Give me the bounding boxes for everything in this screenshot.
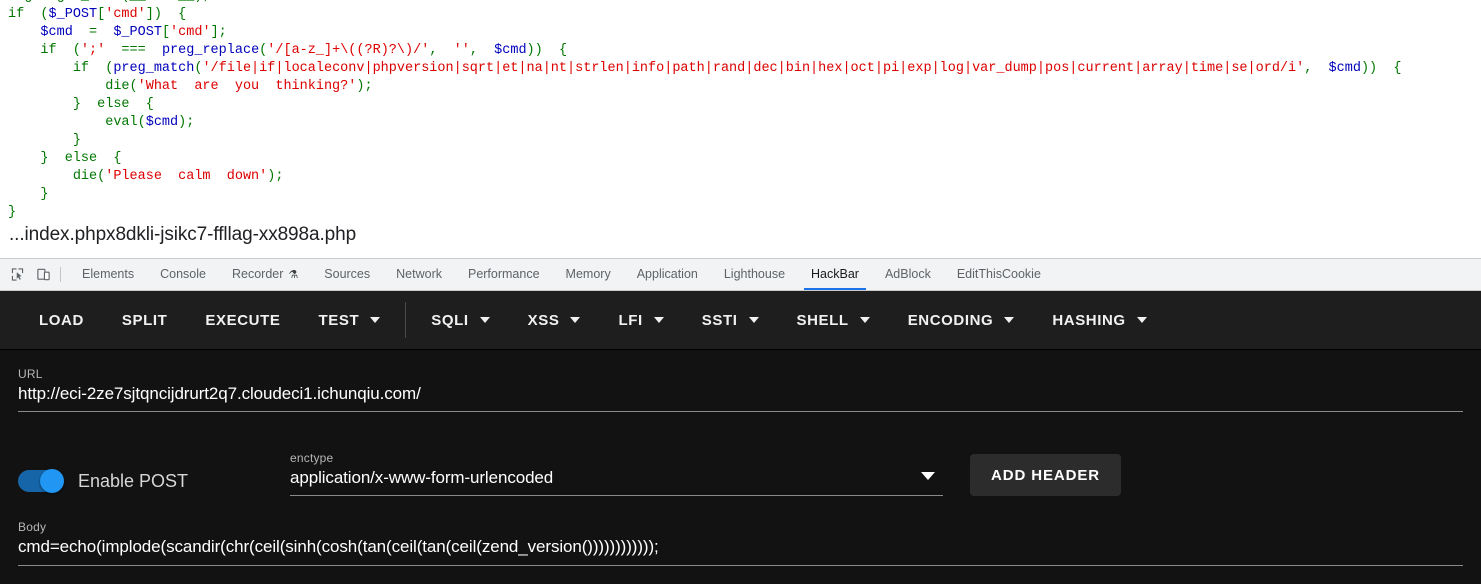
tab-label: Sources [324, 267, 371, 282]
tab-label: Recorder [231, 267, 284, 282]
hackbar-menu-label: LFI [618, 311, 643, 329]
post-options-row: Enable POST enctype application/x-www-fo… [18, 444, 1463, 496]
code-line: if (';' === preg_replace('/[a-z_]+\((?R)… [40, 43, 568, 58]
hackbar-menu-label: HASHING [1052, 311, 1126, 329]
code-line: } else { [72, 97, 154, 112]
hackbar-menu-shell[interactable]: SHELL [778, 291, 889, 350]
hackbar-panel: LOAD SPLIT EXECUTE TEST SQLI XSS LFI SSTI SHELL E… [0, 291, 1481, 584]
toggle-knob [40, 469, 64, 493]
chevron-down-icon [748, 317, 759, 323]
devtools-tabs: Elements Console Recorder ⚗ Sources Network Pe… [69, 259, 1054, 290]
url-input-underline [18, 411, 1463, 412]
hackbar-menu-split[interactable]: SPLIT [103, 291, 187, 350]
hackbar-menu-bar: LOAD SPLIT EXECUTE TEST SQLI XSS LFI SSTI SHELL E… [0, 291, 1481, 350]
tab-application[interactable]: Application [624, 259, 711, 290]
chevron-down-icon [1136, 317, 1147, 323]
chevron-down-icon [370, 317, 381, 323]
hackbar-menu-encoding[interactable]: ENCODING [889, 291, 1034, 350]
hackbar-menu-sqli[interactable]: SQLI [412, 291, 508, 350]
code-line: die('Please calm down'); [72, 169, 284, 184]
hackbar-menu-load[interactable]: LOAD [20, 291, 103, 350]
source-filename: ...index.phpx8dkli-jsikc7-ffllag-xx898a.… [9, 224, 357, 245]
tab-lighthouse[interactable]: Lighthouse [711, 259, 798, 290]
body-field-group: Body cmd=echo(implode(scandir(chr(ceil(s… [18, 520, 1463, 566]
inspect-element-icon[interactable] [8, 266, 26, 284]
tab-label: Elements [82, 267, 135, 282]
enable-post-toggle[interactable] [18, 469, 64, 493]
hackbar-menu-ssti[interactable]: SSTI [683, 291, 778, 350]
enctype-field-group: enctype application/x-www-form-urlencode… [290, 451, 943, 496]
enctype-label: enctype [290, 451, 334, 465]
tab-label: Performance [467, 267, 540, 282]
tab-recorder[interactable]: Recorder ⚗ [219, 259, 311, 290]
tab-label: EditThisCookie [956, 267, 1041, 282]
hackbar-menu-xss[interactable]: XSS [509, 291, 600, 350]
chevron-down-icon [570, 317, 581, 323]
enable-post-toggle-group: Enable POST [18, 469, 290, 496]
tab-performance[interactable]: Performance [455, 259, 553, 290]
hackbar-menu-label: TEST [318, 311, 360, 329]
enctype-underline [290, 495, 943, 496]
body-input[interactable]: cmd=echo(implode(scandir(chr(ceil(sinh(c… [18, 537, 1463, 557]
tab-label: Console [160, 267, 206, 282]
body-input-underline [18, 565, 1463, 566]
tab-console[interactable]: Console [147, 259, 219, 290]
hackbar-menu-label: LOAD [39, 311, 84, 329]
url-label: URL [18, 367, 43, 381]
tab-label: Application [636, 267, 698, 282]
tab-label: Lighthouse [723, 267, 786, 282]
tab-memory[interactable]: Memory [553, 259, 624, 290]
code-line: } else { [40, 151, 122, 166]
code-line: } [72, 133, 81, 148]
hackbar-menu-label: EXECUTE [205, 311, 281, 329]
hackbar-menu-hashing[interactable]: HASHING [1033, 291, 1165, 350]
code-line: } [40, 187, 49, 202]
chevron-down-icon [1004, 317, 1015, 323]
hackbar-menu-lfi[interactable]: LFI [599, 291, 682, 350]
hackbar-menu-label: SPLIT [121, 311, 168, 329]
code-line: die('What are you thinking?'); [105, 79, 373, 94]
tab-label: HackBar [811, 267, 859, 282]
chevron-down-icon[interactable] [921, 472, 935, 480]
hackbar-menu-test[interactable]: TEST [299, 291, 399, 350]
tab-sources[interactable]: Sources [311, 259, 383, 290]
url-input[interactable]: http://eci-2ze7sjtqncijdrurt2q7.cloudeci… [18, 384, 1463, 404]
body-label: Body [18, 520, 47, 534]
hackbar-menu-divider [405, 302, 407, 338]
code-line: eval($cmd); [105, 115, 195, 130]
flask-icon: ⚗ [288, 269, 299, 281]
code-line: if ($_POST['cmd']) { [8, 7, 187, 22]
hackbar-menu-label: SQLI [431, 311, 469, 329]
php-source-code: highlight_file(__FILE__);if ($_POST['cmd… [0, 0, 1401, 222]
devtools-icon-group [0, 259, 58, 290]
code-line: } [8, 205, 17, 220]
chevron-down-icon [479, 317, 490, 323]
tab-editthiscookie[interactable]: EditThisCookie [944, 259, 1054, 290]
tab-label: Network [396, 267, 442, 282]
hackbar-menu-label: XSS [527, 311, 560, 329]
tab-hackbar[interactable]: HackBar [798, 259, 872, 290]
device-toolbar-icon[interactable] [34, 266, 52, 284]
tab-label: Memory [565, 267, 611, 282]
add-header-button[interactable]: ADD HEADER [970, 454, 1122, 496]
url-field-group: URL http://eci-2ze7sjtqncijdrurt2q7.clou… [18, 350, 1463, 422]
devtools-tab-strip: Elements Console Recorder ⚗ Sources Network Pe… [0, 258, 1481, 291]
code-line: if (preg_match('/file|if|localeconv|phpv… [72, 61, 1402, 76]
devtools-icon-divider [60, 267, 61, 282]
tab-label: AdBlock [884, 267, 931, 282]
tab-network[interactable]: Network [383, 259, 455, 290]
tab-adblock[interactable]: AdBlock [872, 259, 944, 290]
hackbar-menu-execute[interactable]: EXECUTE [186, 291, 299, 350]
code-line: $cmd = $_POST['cmd']; [40, 25, 227, 40]
chevron-down-icon [653, 317, 664, 323]
tab-elements[interactable]: Elements [69, 259, 147, 290]
hackbar-menu-label: SSTI [701, 311, 738, 329]
php-source-pane: highlight_file(__FILE__);if ($_POST['cmd… [0, 0, 1481, 258]
hackbar-form: URL http://eci-2ze7sjtqncijdrurt2q7.clou… [0, 350, 1481, 566]
hackbar-menu-label: SHELL [796, 311, 849, 329]
enable-post-label: Enable POST [78, 470, 189, 491]
chevron-down-icon [859, 317, 870, 323]
hackbar-menu-label: ENCODING [907, 311, 994, 329]
enctype-select-value[interactable]: application/x-www-form-urlencoded [290, 468, 943, 488]
